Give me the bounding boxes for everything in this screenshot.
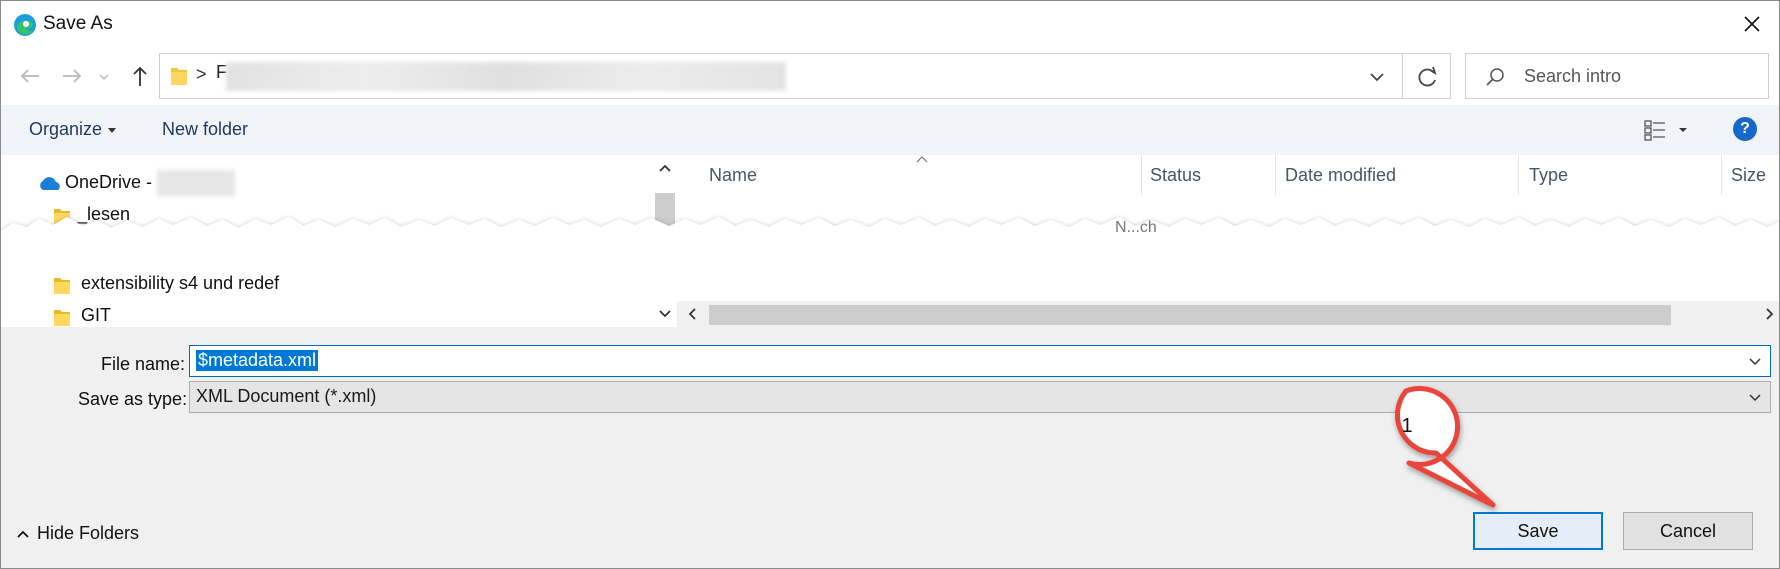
caret-down-icon xyxy=(108,127,117,133)
window-title: Save As xyxy=(43,13,113,34)
callout-number: 1 xyxy=(1401,415,1413,437)
save-as-type-select[interactable]: XML Document (*.xml) xyxy=(189,381,1771,413)
scroll-up-icon[interactable] xyxy=(653,159,677,177)
folder-icon xyxy=(54,310,70,326)
address-bar[interactable]: > F xyxy=(159,53,1403,99)
torn-paper-divider xyxy=(1,217,1779,257)
column-header-date-modified[interactable]: Date modified xyxy=(1285,165,1396,186)
save-as-type-value: XML Document (*.xml) xyxy=(196,386,377,406)
column-header-type[interactable]: Type xyxy=(1529,165,1568,186)
refresh-icon xyxy=(1418,66,1437,87)
obscured-text: N...ch xyxy=(1115,219,1157,236)
search-input[interactable] xyxy=(1524,54,1760,98)
tree-item-label: extensibility s4 und redef xyxy=(81,273,280,293)
tree-item-label: OneDrive - xyxy=(65,172,153,192)
hide-folders-label: Hide Folders xyxy=(37,523,140,543)
search-icon xyxy=(1486,68,1504,86)
up-arrow-icon[interactable] xyxy=(125,61,155,91)
hide-folders-toggle[interactable]: Hide Folders xyxy=(15,523,139,544)
file-name-label: File name: xyxy=(101,354,186,374)
file-name-value[interactable]: $metadata.xml xyxy=(196,350,319,371)
scrollbar-thumb[interactable] xyxy=(709,305,1671,325)
close-icon[interactable] xyxy=(1737,9,1767,39)
column-divider[interactable] xyxy=(1275,155,1276,195)
redacted-account xyxy=(157,170,235,196)
organize-menu[interactable]: Organize xyxy=(29,119,117,140)
chevron-down-icon[interactable] xyxy=(1746,388,1764,406)
column-header-name[interactable]: Name xyxy=(709,165,757,186)
cancel-button[interactable]: Cancel xyxy=(1623,512,1753,550)
command-bar: Organize New folder ? xyxy=(1,105,1779,155)
file-list-horizontal-scrollbar[interactable] xyxy=(677,301,1780,327)
chevron-up-icon xyxy=(17,530,29,538)
edge-icon xyxy=(14,14,36,36)
sort-indicator-icon xyxy=(916,156,928,163)
help-icon[interactable]: ? xyxy=(1733,117,1757,141)
title-bar: Save As xyxy=(1,1,1779,47)
chevron-down-icon[interactable] xyxy=(1746,352,1764,370)
redacted-path xyxy=(226,62,786,91)
tree-item-label: GIT xyxy=(81,305,111,325)
column-header-status[interactable]: Status xyxy=(1150,165,1201,186)
column-header-size[interactable]: Size xyxy=(1731,165,1766,186)
column-divider[interactable] xyxy=(1721,155,1722,195)
organize-label: Organize xyxy=(29,119,103,139)
onedrive-icon xyxy=(40,177,60,190)
chevron-down-icon[interactable] xyxy=(1362,62,1392,92)
column-divider[interactable] xyxy=(1141,155,1142,195)
file-name-field[interactable]: $metadata.xml xyxy=(189,345,1771,377)
folder-icon xyxy=(54,278,70,294)
navigation-row: > F xyxy=(1,51,1779,101)
refresh-button[interactable] xyxy=(1403,53,1451,99)
new-folder-button[interactable]: New folder xyxy=(162,119,248,140)
scroll-down-icon[interactable] xyxy=(653,305,677,323)
save-button[interactable]: Save xyxy=(1473,512,1603,550)
search-box[interactable] xyxy=(1465,53,1769,99)
recent-locations-chevron-icon[interactable] xyxy=(97,61,111,91)
scroll-right-icon[interactable] xyxy=(1757,301,1780,327)
scroll-left-icon[interactable] xyxy=(681,301,705,327)
column-divider[interactable] xyxy=(1518,155,1519,195)
address-path[interactable]: F xyxy=(216,62,786,91)
view-options-icon[interactable] xyxy=(1641,117,1697,143)
save-as-type-label: Save as type: xyxy=(78,389,188,409)
save-as-dialog: Save As > F Search intro Organize New fo… xyxy=(0,0,1780,569)
breadcrumb-separator: > xyxy=(196,64,207,84)
forward-arrow-icon[interactable] xyxy=(57,61,87,91)
folder-icon xyxy=(171,68,187,85)
save-form-area: File name: $metadata.xml Save as type: X… xyxy=(1,327,1779,568)
back-arrow-icon[interactable] xyxy=(15,61,45,91)
callout-annotation xyxy=(1394,386,1496,508)
